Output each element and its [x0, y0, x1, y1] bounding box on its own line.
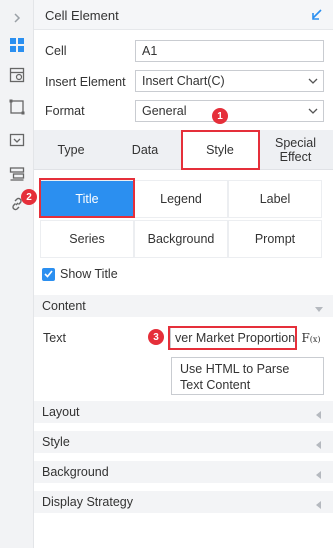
chevron-down-icon	[303, 101, 323, 121]
dropdown-widget-icon[interactable]	[0, 128, 34, 152]
title-text-value: ver Market Proportion	[175, 331, 296, 345]
widget-frame-icon[interactable]	[0, 95, 34, 119]
style-series-button[interactable]: Series	[40, 220, 134, 258]
section-background[interactable]: Background	[34, 461, 333, 483]
chevron-down-icon	[303, 71, 323, 91]
cell-element-panel: Cell Element Cell A1 Insert Element Inse…	[34, 0, 333, 548]
section-background-title: Background	[42, 465, 109, 479]
caret-left-icon	[315, 438, 323, 449]
tab-type[interactable]: Type	[34, 130, 108, 170]
style-legend-button[interactable]: Legend	[134, 180, 228, 218]
caret-left-icon	[315, 498, 323, 509]
section-layout-title: Layout	[42, 405, 80, 419]
cell-value: A1	[142, 44, 158, 58]
caret-left-icon	[315, 408, 323, 419]
caret-left-icon	[315, 468, 323, 479]
format-select[interactable]: General	[135, 100, 324, 122]
insert-element-label: Insert Element	[45, 75, 126, 89]
expand-chevron-icon[interactable]	[0, 6, 34, 30]
insert-element-select[interactable]: Insert Chart(C)	[135, 70, 324, 92]
collapse-arrow-icon[interactable]	[309, 7, 325, 23]
format-value: General	[142, 104, 187, 118]
cell-attribute-icon[interactable]	[0, 63, 34, 87]
panel-title: Cell Element	[45, 8, 119, 23]
callout-badge-3: 3	[148, 329, 164, 345]
panel-header: Cell Element	[34, 0, 333, 30]
section-style-title: Style	[42, 435, 70, 449]
tab-style[interactable]: Style	[182, 130, 258, 170]
style-label-button[interactable]: Label	[228, 180, 322, 218]
cell-label: Cell	[45, 44, 67, 58]
section-content-title: Content	[42, 299, 86, 313]
caret-down-icon	[315, 302, 323, 312]
show-title-row[interactable]: Show Title	[42, 266, 118, 282]
callout-badge-1: 1	[212, 108, 228, 124]
show-title-checkbox[interactable]	[42, 267, 55, 281]
cell-field[interactable]: A1	[135, 40, 324, 62]
tab-special-effect[interactable]: Special Effect	[258, 130, 333, 170]
insert-element-value: Insert Chart(C)	[142, 74, 225, 88]
title-text-input[interactable]: ver Market Proportion	[170, 327, 296, 349]
callout-badge-2: 2	[21, 189, 37, 205]
section-display-strategy-title: Display Strategy	[42, 495, 134, 509]
section-display-strategy[interactable]: Display Strategy	[34, 491, 333, 513]
cell-element-icon[interactable]	[0, 33, 34, 57]
style-prompt-button[interactable]: Prompt	[228, 220, 322, 258]
attribute-tabs: Type Data Style Special Effect	[34, 130, 333, 170]
condition-attribute-icon[interactable]	[0, 162, 34, 186]
format-label: Format	[45, 104, 85, 118]
fx-icon: F(x)	[301, 331, 321, 345]
formula-button[interactable]: F(x)	[299, 327, 323, 349]
show-title-label: Show Title	[60, 267, 118, 281]
section-content[interactable]: Content	[34, 295, 333, 317]
style-title-button[interactable]: Title	[40, 180, 134, 218]
left-icon-rail	[0, 0, 34, 548]
style-background-button[interactable]: Background	[134, 220, 228, 258]
html-parse-button[interactable]: Use HTML to Parse Text Content	[171, 357, 324, 395]
tab-data[interactable]: Data	[108, 130, 182, 170]
section-style[interactable]: Style	[34, 431, 333, 453]
section-layout[interactable]: Layout	[34, 401, 333, 423]
text-label: Text	[43, 331, 66, 345]
